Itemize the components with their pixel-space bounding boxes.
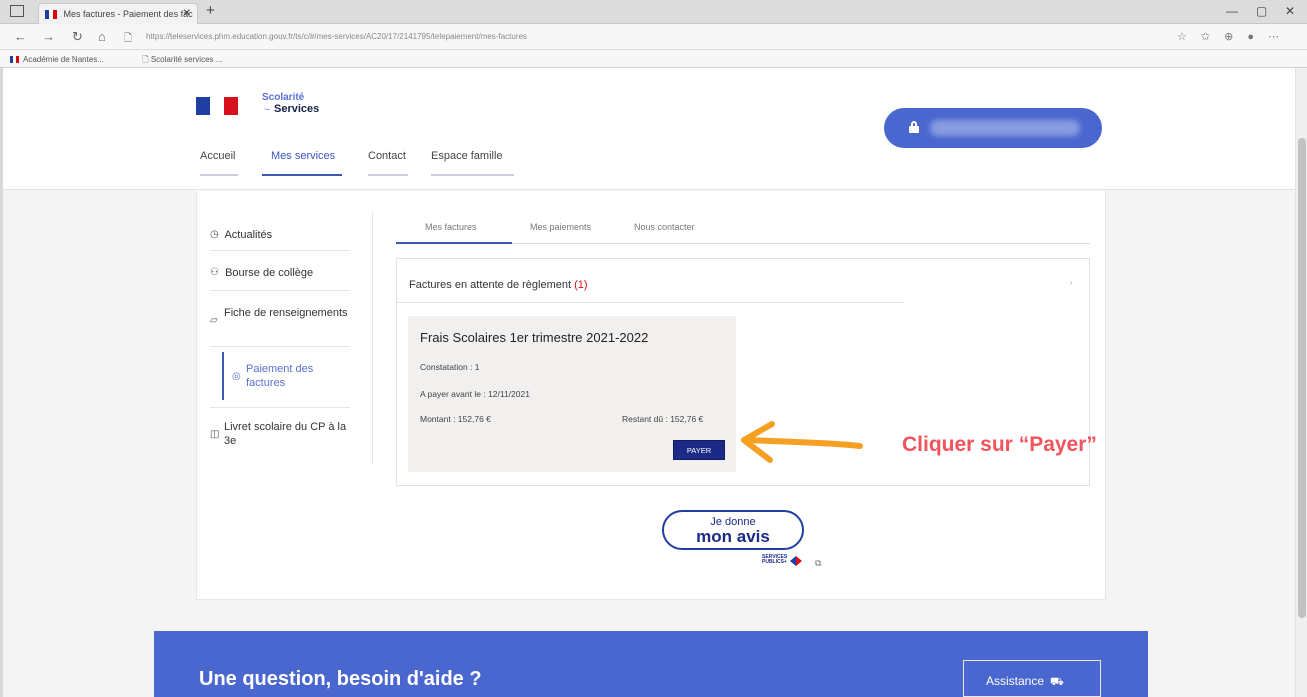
nav-contact[interactable]: Contact bbox=[368, 150, 406, 162]
tab-mes-paiements[interactable]: Mes paiements bbox=[530, 222, 591, 232]
instruction-annotation: Cliquer sur “Payer” bbox=[902, 433, 1097, 456]
collapse-chevron-icon[interactable]: › bbox=[1070, 278, 1073, 287]
sidebar-item-fiche[interactable]: ▱ Fiche de renseignements bbox=[210, 306, 350, 326]
assistance-button[interactable]: Assistance ⛟ bbox=[963, 660, 1101, 697]
page-scrollbar[interactable] bbox=[1295, 68, 1307, 697]
tab-title: Mes factures - Paiement des fac bbox=[63, 9, 193, 19]
divider bbox=[210, 346, 350, 347]
assistance-icon: ⛟ bbox=[1050, 676, 1064, 688]
nav-mes-services[interactable]: Mes services bbox=[271, 150, 335, 162]
nav-underline-active bbox=[262, 174, 342, 176]
sidebar-item-livret[interactable]: ◫ Livret scolaire du CP à la 3e bbox=[210, 420, 348, 448]
book-icon: ◫ bbox=[210, 429, 220, 440]
back-icon[interactable]: ← bbox=[14, 29, 27, 44]
new-tab-icon[interactable]: + bbox=[206, 2, 215, 19]
tab-actions-icon[interactable] bbox=[10, 5, 24, 17]
logo-text-top[interactable]: Scolarité bbox=[262, 92, 304, 103]
pending-count: (1) bbox=[574, 279, 588, 291]
help-title: Une question, besoin d'aide ? bbox=[199, 668, 482, 690]
lock-icon bbox=[909, 121, 919, 133]
logo-swirl-icon: ~ bbox=[264, 104, 271, 116]
browser-tab[interactable]: Mes factures - Paiement des fac ✕ bbox=[38, 3, 198, 24]
orange-arrow-icon bbox=[741, 421, 863, 463]
nav-espace-famille[interactable]: Espace famille bbox=[431, 150, 503, 162]
republique-francaise-logo[interactable] bbox=[196, 97, 240, 117]
form-icon: ▱ bbox=[210, 315, 218, 326]
scrollbar-thumb[interactable] bbox=[1298, 138, 1306, 618]
je-donne-mon-avis-button[interactable]: Je donne mon avis bbox=[662, 510, 804, 550]
screenshot-frame: Mes factures - Paiement des fac ✕ + — ▢ … bbox=[0, 0, 1307, 697]
home-icon[interactable]: ⌂ bbox=[98, 29, 106, 44]
nav-underline bbox=[368, 174, 408, 176]
browser-toolbar-icons[interactable]: ☆✩⊕●⋯ bbox=[1177, 30, 1293, 43]
pay-button[interactable]: PAYER bbox=[673, 440, 725, 460]
sidebar-item-paiement[interactable]: ◎ Paiement des factures bbox=[232, 362, 342, 390]
sidebar-item-bourse[interactable]: ⚇ Bourse de collège bbox=[210, 266, 350, 280]
invoice-title: Frais Scolaires 1er trimestre 2021-2022 bbox=[420, 330, 649, 345]
invoice-remaining: Restant dû : 152,76 € bbox=[622, 414, 704, 424]
close-window-icon[interactable]: ✕ bbox=[1285, 4, 1295, 18]
euro-icon: ◎ bbox=[232, 371, 241, 382]
services-publics-logo: SERVICES PUBLICS+ bbox=[762, 554, 788, 565]
services-publics-mark-icon bbox=[790, 556, 802, 566]
minimize-icon[interactable]: — bbox=[1226, 4, 1238, 18]
divider bbox=[210, 407, 350, 408]
favicon-icon bbox=[10, 56, 19, 64]
blurred-username bbox=[930, 120, 1080, 136]
bookmark-item[interactable]: Académie de Nantes... bbox=[10, 55, 122, 64]
clock-icon: ◷ bbox=[210, 229, 219, 240]
nav-underline bbox=[200, 174, 238, 176]
divider bbox=[210, 250, 350, 251]
nav-underline bbox=[431, 174, 514, 176]
tab-mes-factures[interactable]: Mes factures bbox=[425, 222, 477, 232]
nav-accueil[interactable]: Accueil bbox=[200, 150, 235, 162]
address-bar-row: ← → ↻ ⌂ 🗋 https://teleservices.phm.educa… bbox=[0, 24, 1307, 50]
bookmark-item[interactable]: 🗋 Scolarité services ... bbox=[142, 55, 240, 64]
reload-icon[interactable]: ↻ bbox=[72, 29, 83, 45]
browser-tab-bar: Mes factures - Paiement des fac ✕ + — ▢ … bbox=[0, 0, 1307, 24]
forward-icon[interactable]: → bbox=[42, 29, 55, 44]
site-favicon-icon bbox=[45, 10, 57, 20]
sidebar-active-indicator bbox=[222, 352, 224, 400]
sidebar-divider bbox=[372, 212, 373, 464]
sidebar-item-actualites[interactable]: ◷ Actualités bbox=[210, 228, 350, 242]
bookmarks-bar: Académie de Nantes... 🗋 Scolarité servic… bbox=[0, 50, 1307, 68]
divider bbox=[210, 290, 350, 291]
close-tab-icon[interactable]: ✕ bbox=[183, 8, 191, 19]
external-link-icon[interactable]: ⧉ bbox=[815, 558, 821, 569]
invoice-constatation: Constatation : 1 bbox=[420, 362, 480, 372]
logo-text-bottom[interactable]: Services bbox=[274, 103, 319, 115]
panel-title[interactable]: Factures en attente de règlement (1) bbox=[409, 279, 588, 291]
url-field[interactable]: https://teleservices.phm.education.gouv.… bbox=[140, 28, 960, 46]
tab-nous-contacter[interactable]: Nous contacter bbox=[634, 222, 695, 232]
divider bbox=[396, 302, 904, 303]
active-tab-underline bbox=[396, 242, 512, 244]
people-icon: ⚇ bbox=[210, 267, 219, 278]
page-info-icon[interactable]: 🗋 bbox=[124, 31, 132, 48]
invoice-amount: Montant : 152,76 € bbox=[420, 414, 491, 424]
restore-icon[interactable]: ▢ bbox=[1256, 4, 1267, 18]
invoice-due-date: A payer avant le : 12/11/2021 bbox=[420, 389, 530, 399]
